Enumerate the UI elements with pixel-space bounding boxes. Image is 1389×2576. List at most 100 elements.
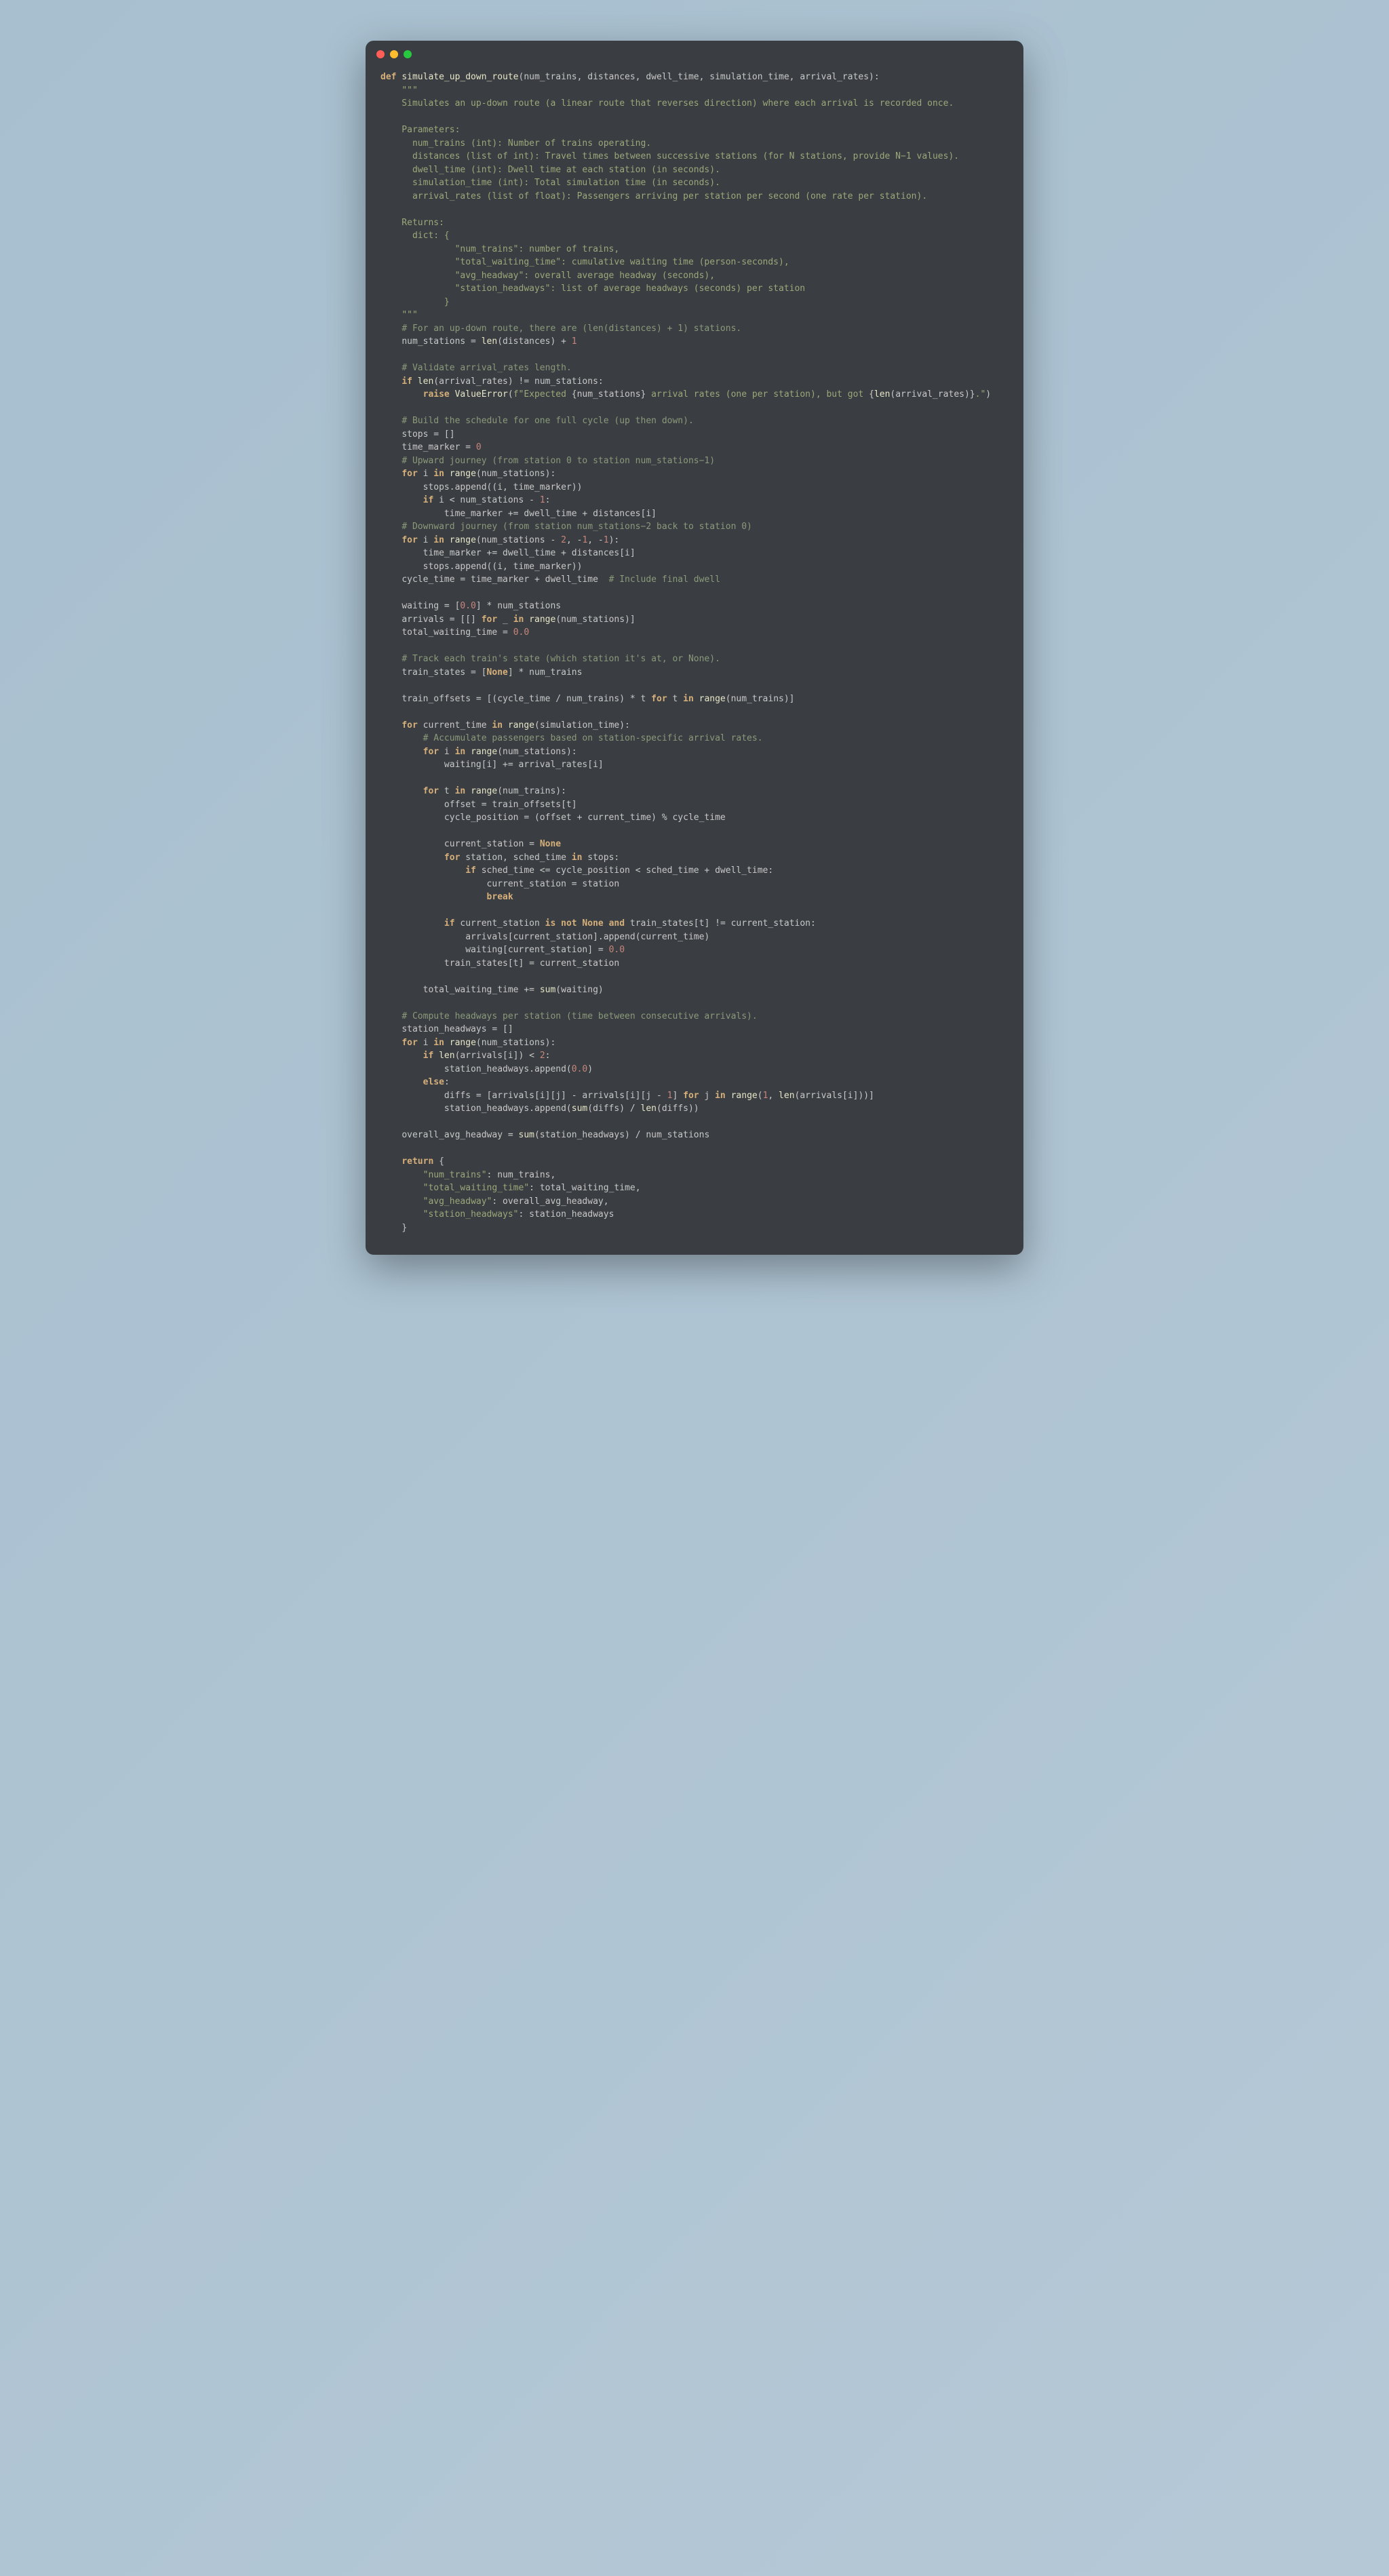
comment: # Include final dwell bbox=[609, 574, 720, 585]
builtin-range: range bbox=[524, 614, 555, 625]
code-line: stops: bbox=[582, 853, 619, 863]
kw-for: for bbox=[402, 1038, 417, 1048]
kw-in: in bbox=[513, 614, 524, 625]
value-error: ValueError bbox=[450, 389, 508, 399]
code-line: total_waiting_time += bbox=[423, 985, 540, 995]
code-line: (num_stations): bbox=[497, 747, 576, 757]
kw-none: None bbox=[577, 918, 604, 929]
code-line: : overall_avg_headway, bbox=[492, 1196, 608, 1207]
builtin-sum: sum bbox=[519, 1130, 534, 1140]
dict-key: "total_waiting_time" bbox=[423, 1183, 530, 1193]
code-line: ): bbox=[609, 535, 620, 545]
code-line: (num_trains): bbox=[497, 786, 566, 796]
doc-line: num_trains (int): Number of trains opera… bbox=[380, 138, 651, 149]
function-name: simulate_up_down_route bbox=[402, 72, 518, 82]
code-line: t bbox=[439, 786, 454, 796]
builtin-range: range bbox=[465, 747, 497, 757]
doc-line: dict: { bbox=[380, 231, 450, 241]
code-line: cycle_time = time_marker + dwell_time bbox=[402, 574, 608, 585]
close-icon[interactable] bbox=[376, 50, 385, 58]
code-block: def simulate_up_down_route(num_trains, d… bbox=[366, 64, 1023, 1255]
code-line: station, sched_time bbox=[460, 853, 571, 863]
builtin-len: len bbox=[874, 389, 890, 399]
maximize-icon[interactable] bbox=[404, 50, 412, 58]
code-line: : bbox=[545, 495, 551, 505]
kw-for: for bbox=[482, 614, 497, 625]
code-line: ( bbox=[758, 1091, 763, 1101]
kw-for: for bbox=[651, 694, 667, 704]
doc-line: arrival_rates (list of float): Passenger… bbox=[380, 191, 927, 201]
code-line: (station_headways) / num_stations bbox=[534, 1130, 709, 1140]
builtin-range: range bbox=[465, 786, 497, 796]
code-line: current_station bbox=[455, 918, 545, 929]
code-line: stops = [] bbox=[402, 429, 454, 440]
code-line: (num_stations): bbox=[476, 1038, 555, 1048]
doc-line: "num_trains": number of trains, bbox=[380, 244, 619, 254]
code-line: cycle_position = (offset + current_time)… bbox=[444, 813, 726, 823]
code-line: i bbox=[418, 535, 433, 545]
code-line: : station_headways bbox=[519, 1209, 614, 1219]
code-line: train_states = [ bbox=[402, 667, 486, 678]
code-line: arrivals[current_station].append(current… bbox=[465, 932, 709, 942]
builtin-len: len bbox=[433, 1051, 454, 1061]
builtin-range: range bbox=[444, 535, 476, 545]
doc-line: Simulates an up-down route (a linear rou… bbox=[380, 98, 954, 109]
doc-line: "station_headways": list of average head… bbox=[380, 284, 805, 294]
minimize-icon[interactable] bbox=[390, 50, 398, 58]
code-line: (simulation_time): bbox=[534, 720, 630, 730]
code-line: waiting[current_station] = bbox=[465, 945, 608, 955]
code-line: arrivals = [[] bbox=[402, 614, 481, 625]
docstring-open: """ bbox=[402, 85, 417, 96]
comment: # Downward journey (from station num_sta… bbox=[402, 522, 752, 532]
number: 2 bbox=[561, 535, 566, 545]
code-line: j bbox=[699, 1091, 715, 1101]
kw-break: break bbox=[487, 892, 513, 902]
kw-for: for bbox=[683, 1091, 699, 1101]
builtin-range: range bbox=[444, 1038, 476, 1048]
code-line: , bbox=[768, 1091, 779, 1101]
code-line: total_waiting_time = bbox=[402, 627, 513, 638]
fstring: ." bbox=[975, 389, 986, 399]
kw-in: in bbox=[455, 786, 466, 796]
fstring-brace: { bbox=[869, 389, 874, 399]
kw-else: else bbox=[423, 1077, 444, 1087]
kw-if: if bbox=[402, 376, 412, 387]
kw-for: for bbox=[402, 535, 417, 545]
code-line: waiting[i] += arrival_rates[i] bbox=[444, 760, 604, 770]
code-line: (diffs) / bbox=[587, 1104, 640, 1114]
kw-if: if bbox=[423, 1051, 434, 1061]
comment: # Build the schedule for one full cycle … bbox=[402, 416, 693, 426]
window-titlebar bbox=[366, 41, 1023, 64]
code-line: ] * num_trains bbox=[508, 667, 583, 678]
kw-raise: raise bbox=[423, 389, 450, 399]
code-line: train_offsets = [(cycle_time / num_train… bbox=[402, 694, 651, 704]
code-line: : total_waiting_time, bbox=[529, 1183, 640, 1193]
code-line: (waiting) bbox=[555, 985, 603, 995]
builtin-sum: sum bbox=[572, 1104, 587, 1114]
number: 0.0 bbox=[460, 601, 475, 611]
code-line: ] bbox=[672, 1091, 683, 1101]
doc-line: "avg_headway": overall average headway (… bbox=[380, 271, 715, 281]
comment: # Upward journey (from station 0 to stat… bbox=[402, 456, 715, 466]
code-line: i bbox=[418, 469, 433, 479]
kw-in: in bbox=[433, 535, 444, 545]
code-line: num_stations = bbox=[402, 336, 481, 347]
code-line: station_headways.append( bbox=[444, 1064, 572, 1074]
code-line: t bbox=[667, 694, 683, 704]
kw-for: for bbox=[423, 786, 439, 796]
code-line: i bbox=[439, 747, 454, 757]
fstring-expr: (arrival_rates)} bbox=[890, 389, 975, 399]
code-line: current_station = bbox=[444, 839, 540, 849]
comment: # Track each train's state (which statio… bbox=[402, 654, 720, 664]
number: 1 bbox=[540, 495, 545, 505]
code-line: time_marker += dwell_time + distances[i] bbox=[444, 509, 657, 519]
builtin-sum: sum bbox=[540, 985, 555, 995]
code-line: (num_stations): bbox=[476, 469, 555, 479]
kw-return: return bbox=[402, 1156, 433, 1167]
comment: # For an up-down route, there are (len(d… bbox=[402, 324, 741, 334]
comment: # Accumulate passengers based on station… bbox=[423, 733, 763, 743]
doc-line: dwell_time (int): Dwell time at each sta… bbox=[380, 165, 720, 175]
number: 0.0 bbox=[609, 945, 625, 955]
code-line: station_headways = [] bbox=[402, 1024, 513, 1034]
code-line: waiting = [ bbox=[402, 601, 460, 611]
